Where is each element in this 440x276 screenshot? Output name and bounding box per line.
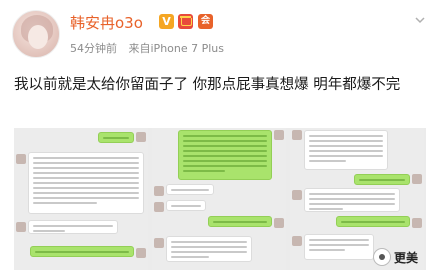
chat-panel bbox=[14, 128, 148, 270]
avatar[interactable] bbox=[12, 10, 60, 58]
chat-screenshot-image[interactable]: 更美 bbox=[14, 128, 426, 270]
post-meta: 54分钟前 来自iPhone 7 Plus bbox=[70, 40, 232, 56]
watermark-text: 更美 bbox=[393, 250, 418, 265]
post-source: 来自iPhone 7 Plus bbox=[128, 42, 225, 55]
watermark-logo-icon bbox=[372, 248, 391, 266]
post-header: 韩安冉o3o V 会 54分钟前 来自iPhone 7 Plus bbox=[0, 0, 440, 64]
v-badge-icon: V bbox=[159, 14, 174, 29]
author-name[interactable]: 韩安冉o3o bbox=[70, 12, 143, 33]
chevron-down-icon[interactable] bbox=[414, 14, 426, 26]
chat-panel bbox=[152, 128, 286, 270]
post-time: 54分钟前 bbox=[70, 42, 117, 55]
vip-icon: 会 bbox=[198, 14, 213, 29]
red-envelope-icon bbox=[178, 14, 193, 29]
watermark: 更美 bbox=[372, 248, 418, 266]
post-text: 我以前就是太给你留面子了 你那点屁事真想爆 明年都爆不完 bbox=[14, 77, 401, 93]
